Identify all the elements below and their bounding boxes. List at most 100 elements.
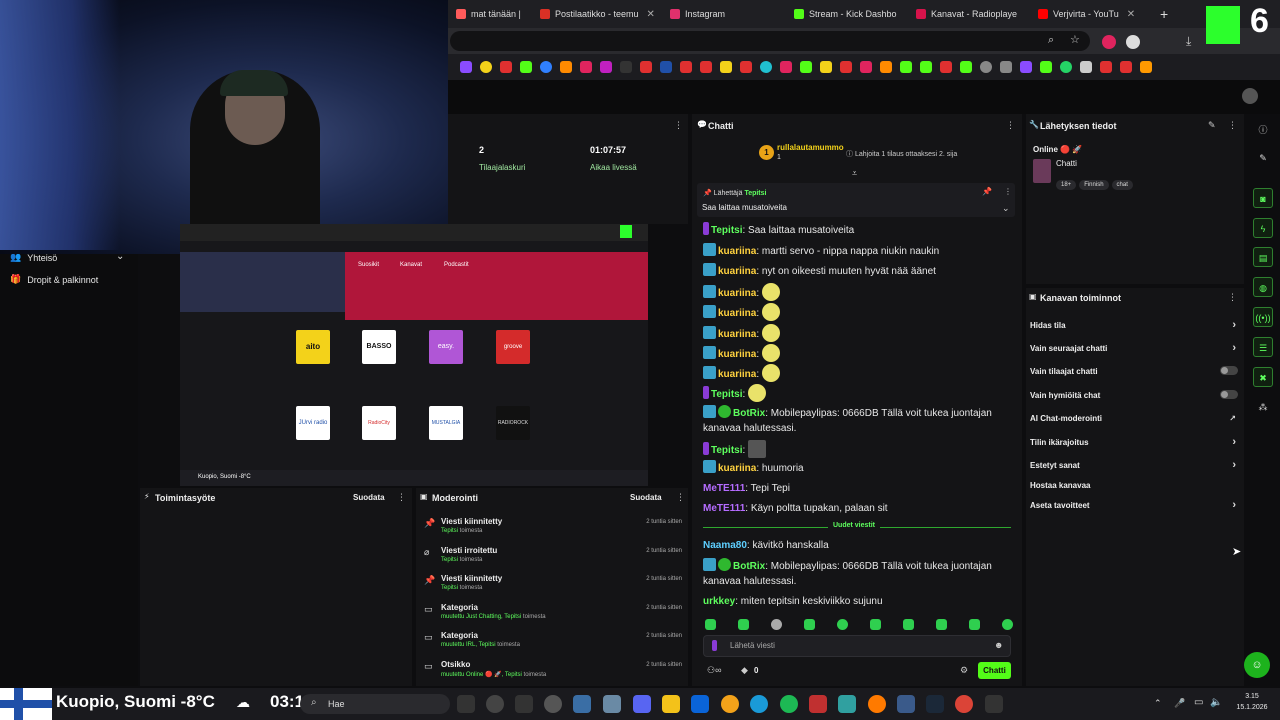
taskbar-app-icon[interactable] bbox=[985, 695, 1003, 713]
tool-banned-words[interactable]: Estetyt sanat › bbox=[1030, 459, 1240, 471]
lightning-icon[interactable]: ϟ bbox=[1253, 218, 1273, 238]
chevron-down-icon[interactable]: ⌄ bbox=[1002, 203, 1010, 214]
bookmark-icon[interactable] bbox=[680, 61, 692, 73]
info-icon[interactable]: ⓘ bbox=[1253, 120, 1273, 140]
more-icon[interactable]: ⋮ bbox=[397, 492, 406, 503]
bookmark-icon[interactable] bbox=[500, 61, 512, 73]
pin-icon[interactable]: 📌 bbox=[982, 187, 992, 196]
bookmark-icon[interactable] bbox=[900, 61, 912, 73]
microphone-icon[interactable]: 🎤 bbox=[1174, 698, 1185, 709]
speaker-icon[interactable]: 🔈 bbox=[1210, 697, 1222, 708]
chat-send-button[interactable]: Chatti bbox=[978, 662, 1011, 679]
spotify-icon[interactable] bbox=[780, 695, 798, 713]
browser-tab[interactable]: mat tänään | bbox=[448, 0, 532, 28]
tool-slow-mode[interactable]: Hidas tila › bbox=[1030, 319, 1240, 331]
bookmark-icon[interactable] bbox=[1020, 61, 1032, 73]
tool-ai-moderation[interactable]: AI Chat-moderointi ↗ bbox=[1030, 414, 1240, 423]
taskbar-app-icon[interactable] bbox=[721, 695, 739, 713]
browser-tab[interactable]: Kanavat - Radioplaye bbox=[908, 0, 1030, 28]
bookmark-icon[interactable] bbox=[620, 61, 632, 73]
weather-widget[interactable]: Kuopio, Suomi -8°C bbox=[56, 692, 215, 712]
browser-tab[interactable]: Stream - Kick Dashbo bbox=[786, 0, 908, 28]
bookmark-star-icon[interactable]: ☆ bbox=[1070, 33, 1080, 46]
emote-icon[interactable] bbox=[870, 619, 881, 630]
bookmark-icon[interactable] bbox=[820, 61, 832, 73]
camera-icon[interactable]: ◙ bbox=[1253, 188, 1273, 208]
users-icon[interactable]: ⚇∞ bbox=[707, 665, 721, 676]
more-icon[interactable]: ⋮ bbox=[674, 120, 683, 131]
firefox-icon[interactable] bbox=[868, 695, 886, 713]
extension-icon[interactable] bbox=[1102, 35, 1116, 49]
extension-icon[interactable] bbox=[1126, 35, 1140, 49]
more-icon[interactable]: ⋮ bbox=[1004, 187, 1012, 196]
tool-followers-only[interactable]: Vain seuraajat chatti › bbox=[1030, 342, 1240, 354]
bookmark-icon[interactable] bbox=[700, 61, 712, 73]
bookmark-icon[interactable] bbox=[540, 61, 552, 73]
bookmark-icon[interactable] bbox=[720, 61, 732, 73]
bookmark-icon[interactable] bbox=[1080, 61, 1092, 73]
emote-only-toggle[interactable] bbox=[1220, 390, 1238, 399]
taskbar-time[interactable]: 3.15 bbox=[1237, 693, 1267, 700]
taskbar-app-icon[interactable] bbox=[544, 695, 562, 713]
tool-host-channel[interactable]: Hostaa kanavaa bbox=[1030, 481, 1240, 490]
bookmark-icon[interactable] bbox=[1120, 61, 1132, 73]
taskbar-app-icon[interactable] bbox=[573, 695, 591, 713]
bookmark-icon[interactable] bbox=[800, 61, 812, 73]
bookmark-icon[interactable] bbox=[640, 61, 652, 73]
bookmark-icon[interactable] bbox=[740, 61, 752, 73]
browser-tab[interactable]: Instagram bbox=[662, 0, 786, 28]
emote-icon[interactable] bbox=[771, 619, 782, 630]
taskbar-app-icon[interactable] bbox=[691, 695, 709, 713]
more-icon[interactable]: ⋮ bbox=[1006, 120, 1015, 131]
taskbar-date[interactable]: 15.1.2026 bbox=[1230, 704, 1274, 711]
bookmark-icon[interactable] bbox=[920, 61, 932, 73]
list-icon[interactable]: ☰ bbox=[1253, 337, 1273, 357]
taskbar-app-icon[interactable] bbox=[603, 695, 621, 713]
avatar[interactable] bbox=[1242, 88, 1258, 104]
bookmark-icon[interactable] bbox=[860, 61, 872, 73]
gift-info[interactable]: ⓘ Lahjoita 1 tilaus ottaaksesi 2. sija bbox=[846, 149, 957, 159]
bookmark-icon[interactable] bbox=[880, 61, 892, 73]
new-tab-button[interactable]: + bbox=[1152, 0, 1176, 28]
monitor-icon[interactable]: ▭ bbox=[1194, 697, 1203, 708]
broadcast-icon[interactable]: ((•)) bbox=[1253, 307, 1273, 327]
emote-icon[interactable] bbox=[936, 619, 947, 630]
activity-filter-button[interactable]: Suodata bbox=[353, 493, 385, 502]
tool-age-restriction[interactable]: Tilin ikärajoitus › bbox=[1030, 436, 1240, 448]
sidebar-item-community[interactable]: 👥 Yhteisö bbox=[10, 252, 57, 263]
address-field[interactable] bbox=[450, 31, 1090, 51]
browser-tab[interactable]: Verjvirta - YouTu ✕ bbox=[1030, 0, 1152, 28]
bookmark-icon[interactable] bbox=[1100, 61, 1112, 73]
browser-tab[interactable]: Postilaatikko - teemu ✕ bbox=[532, 0, 662, 28]
chrome-icon[interactable] bbox=[955, 695, 973, 713]
emoji-icon[interactable]: ☻ bbox=[994, 640, 1003, 650]
bookmark-icon[interactable] bbox=[460, 61, 472, 73]
bookmark-icon[interactable] bbox=[560, 61, 572, 73]
emote-icon[interactable] bbox=[903, 619, 914, 630]
chevron-down-icon[interactable]: ⌄ bbox=[116, 251, 124, 262]
bookmark-icon[interactable] bbox=[780, 61, 792, 73]
bookmark-icon[interactable] bbox=[980, 61, 992, 73]
expand-icon[interactable]: ⩡ bbox=[852, 168, 857, 179]
taskbar-app-icon[interactable] bbox=[809, 695, 827, 713]
more-icon[interactable]: ⋮ bbox=[676, 492, 685, 503]
file-explorer-icon[interactable] bbox=[662, 695, 680, 713]
taskbar-app-icon[interactable] bbox=[838, 695, 856, 713]
download-icon[interactable]: ⤓ bbox=[1186, 34, 1191, 49]
taskbar-app-icon[interactable] bbox=[486, 695, 504, 713]
emote-icon[interactable] bbox=[705, 619, 716, 630]
more-icon[interactable]: ⋮ bbox=[1228, 120, 1237, 131]
plugin-icon[interactable]: ⁂ bbox=[1253, 397, 1273, 417]
taskbar-app-icon[interactable] bbox=[897, 695, 915, 713]
edge-icon[interactable] bbox=[750, 695, 768, 713]
emote-icon[interactable] bbox=[1002, 619, 1013, 630]
bookmark-icon[interactable] bbox=[940, 61, 952, 73]
edit-icon[interactable]: ✎ bbox=[1253, 148, 1273, 168]
discord-icon[interactable] bbox=[633, 695, 651, 713]
close-tab-icon[interactable]: ✕ bbox=[1127, 9, 1135, 20]
subscribers-only-toggle[interactable] bbox=[1220, 366, 1238, 375]
close-tab-icon[interactable]: ✕ bbox=[647, 9, 655, 20]
support-chat-icon[interactable]: ☺ bbox=[1244, 652, 1270, 678]
chat-bubble-icon[interactable]: ◍ bbox=[1253, 277, 1273, 297]
moderation-filter-button[interactable]: Suodata bbox=[630, 493, 662, 502]
